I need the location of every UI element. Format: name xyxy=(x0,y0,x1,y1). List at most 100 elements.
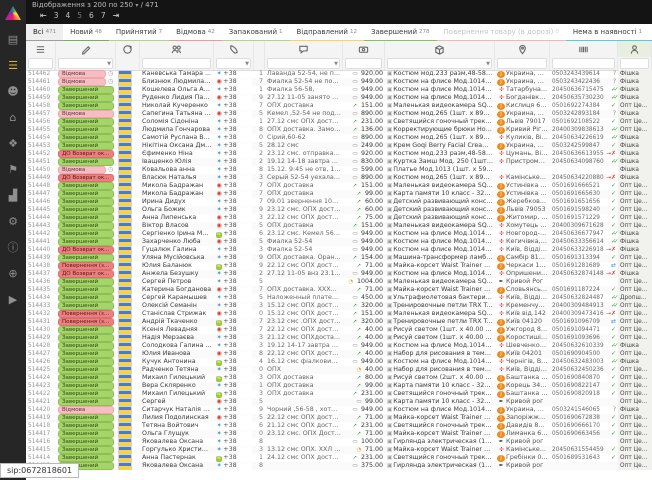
status-cell[interactable]: Завершений xyxy=(56,342,116,350)
phone-cell[interactable]: ✶+38 xyxy=(214,446,254,454)
delivery-cell[interactable]: JБаштанка 56101 xyxy=(495,390,550,398)
tracking-cell[interactable]: 0503241546065? xyxy=(550,406,618,414)
orders-list-icon[interactable]: ☰ xyxy=(0,52,26,78)
phone-cell[interactable]: ✶+38 xyxy=(214,158,254,166)
status-cell[interactable]: Завершений xyxy=(56,214,116,222)
product-column-header[interactable] xyxy=(385,41,495,57)
status-cell[interactable]: Завершений xyxy=(56,326,116,334)
delivery-cell[interactable]: JКиїв 04120 xyxy=(495,318,550,326)
status-cell[interactable]: Завершений xyxy=(56,302,116,310)
phone-cell[interactable]: lc+38 xyxy=(214,454,254,462)
manager-comment[interactable]: 19.12 14-17 завтра фі... xyxy=(265,342,343,350)
delivery-cell[interactable]: JУкраина, м. Тро... xyxy=(495,110,550,118)
delivery-cell[interactable]: JУстинівка 28600 xyxy=(495,182,550,190)
status-cell[interactable]: Завершений xyxy=(56,158,116,166)
client-name[interactable]: Власюк Наталья xyxy=(140,174,214,182)
delivery-cell[interactable]: ✣Опришени, Пун... xyxy=(495,270,550,278)
product-cell[interactable]: ▣Детский развивающий констру... xyxy=(385,198,495,206)
delivery-cell[interactable]: JЖеребкове 664... xyxy=(495,198,550,206)
tracking-cell[interactable]: 20450632483003✓✓ xyxy=(550,358,618,366)
phone-cell[interactable]: ◉+38 xyxy=(214,286,254,294)
tracking-cell[interactable]: 0501690840870✓ xyxy=(550,374,618,382)
client-name[interactable]: Тетяна Войтович xyxy=(140,422,214,430)
tracking-cell[interactable]: 0503243439614? xyxy=(550,70,618,78)
product-cell[interactable]: ▣Детский развивающий констру... xyxy=(385,214,495,222)
status-cell[interactable]: Завершений xyxy=(56,254,116,262)
tracking-cell[interactable]: 0501690663456✓ xyxy=(550,430,618,438)
manager-comment[interactable]: 28.12 смс xyxy=(265,142,343,150)
client-name[interactable]: Віктор Власов xyxy=(140,222,214,230)
last-page-button[interactable]: ⇥ xyxy=(113,11,120,20)
delivery-cell[interactable]: JЗапоріжжя 690... xyxy=(495,414,550,422)
delivery-cell[interactable]: JБаштанка 56101 xyxy=(495,374,550,382)
delivery-cell[interactable]: ✣Київ, Відділенн... xyxy=(495,246,550,254)
status-cell[interactable]: Завершений xyxy=(56,222,116,230)
delivery-cell[interactable]: JУкраина, м. Но... xyxy=(495,406,550,414)
product-cell[interactable]: ▣Светящийся гоночный трек Ма... xyxy=(385,390,495,398)
tracking-cell[interactable]: 20450632824487✓✓ xyxy=(550,294,618,302)
source-column-header[interactable] xyxy=(116,41,140,57)
product-cell[interactable]: ▣Маленькая видеокамера SQ8 *... xyxy=(385,182,495,190)
client-name[interactable]: Нікітіна Оксана Дми... xyxy=(140,142,214,150)
product-cell[interactable]: ▣Детский развивающий констру... xyxy=(385,206,495,214)
manager-comment[interactable]: 09.01 звернення 1047... xyxy=(265,198,343,206)
status-cell[interactable]: Завершений xyxy=(56,86,116,94)
tracking-cell[interactable]: 20450636677947✓✓ xyxy=(550,230,618,238)
manager-comment[interactable]: 22.12 смс ОПХ достав... xyxy=(265,214,343,222)
manager-comment[interactable]: ОПХ доставка xyxy=(265,182,343,190)
filter-input-gd[interactable]: ▼ xyxy=(387,58,492,69)
manager-comment[interactable]: 22.12 смс ОПХ достав... xyxy=(265,326,343,334)
tracking-cell[interactable]: 20450634098760✓✓ xyxy=(550,158,618,166)
status-cell[interactable]: Завершений xyxy=(56,142,116,150)
tab-7[interactable]: Завершений278 xyxy=(364,24,437,42)
order-row-514451[interactable]: 514451ЗавершенийІващенко Юлія✶+38219.12 … xyxy=(26,158,652,166)
status-cell[interactable]: Повернення (з... xyxy=(56,318,116,326)
product-cell[interactable]: ▣Светящийся гоночный трек Ма... xyxy=(385,422,495,430)
reports-chart-icon[interactable]: ▟ xyxy=(0,182,26,208)
phone-cell[interactable]: ✶+38 xyxy=(214,302,254,310)
status-cell[interactable]: Відмова◷ xyxy=(56,70,116,78)
product-cell[interactable]: ▣Костюм мод.265 (1шт. x 890.00... xyxy=(385,134,495,142)
tracking-cell[interactable]: 20400309671628✓ xyxy=(550,222,618,230)
order-row-514427[interactable]: 514427ЗавершенийЮлия Иванова◉+38822.12 с… xyxy=(26,350,652,358)
delivery-cell[interactable]: ✣Хомутець від.1 xyxy=(495,222,550,230)
product-cell[interactable]: ▣Светящийся гоночный трек Ма... xyxy=(385,118,495,126)
status-cell[interactable]: Завершений xyxy=(56,94,116,102)
phone-cell[interactable]: ◉+38 xyxy=(214,326,254,334)
manager-comment[interactable]: 19.12 14-18 завтра Бо... xyxy=(265,158,343,166)
clients-icon[interactable]: ☻ xyxy=(0,78,26,104)
manager-comment[interactable]: ОПХ xyxy=(265,366,343,374)
order-row-514448[interactable]: 514448ЗавершенийМикола Бадражан◉+387ОПХ … xyxy=(26,182,652,190)
delivery-cell[interactable]: JЛьвів 79017 xyxy=(495,118,550,126)
phone-cell[interactable]: ◉+38 xyxy=(214,238,254,246)
delivery-cell[interactable]: JУстинівка 28600 xyxy=(495,190,550,198)
phone-cell[interactable]: ✶+38 xyxy=(214,366,254,374)
delivery-cell[interactable]: ✣Київ від.142 xyxy=(495,310,550,318)
phone-cell[interactable]: ◉+38 xyxy=(214,398,254,406)
manager-comment[interactable]: Сірий,60-62 xyxy=(265,134,343,142)
client-name[interactable]: Руденко Лидия Пав... xyxy=(140,94,214,102)
manager-comment[interactable] xyxy=(265,398,343,406)
manager-comment[interactable]: 23.12 смс. Кемел 56-5... xyxy=(265,230,343,238)
delivery-cell[interactable]: JГребінки 08662 xyxy=(495,454,550,462)
phone-cell[interactable]: ◉+38 xyxy=(214,94,254,102)
client-name[interactable]: Надія Мерзаєва xyxy=(140,334,214,342)
order-row-514425[interactable]: 514425ЗавершенийРадченко Тетяна✶+380ОПХ◔… xyxy=(26,366,652,374)
delivery-cell[interactable] xyxy=(495,166,550,174)
tracking-cell[interactable]: 0501691666521✓ xyxy=(550,182,618,190)
delivery-cell[interactable]: ✣Чернігів, Відділ... xyxy=(495,358,550,366)
order-row-514455[interactable]: 514455ЗавершенийЛюдмила Гончарова✶+388ОП… xyxy=(26,126,652,134)
client-name[interactable]: Горгулько Христина... xyxy=(140,446,214,454)
filter-input-id[interactable] xyxy=(28,58,53,69)
status-cell[interactable]: Завершений xyxy=(56,206,116,214)
status-cell[interactable]: Завершений xyxy=(56,294,116,302)
manager-comment[interactable]: Фиалка 52-54 не подошел xyxy=(265,78,343,86)
client-name[interactable]: Юлия Баланюк xyxy=(140,262,214,270)
tracking-cell[interactable]: 0501690666170✓ xyxy=(550,422,618,430)
status-column-header[interactable] xyxy=(56,41,116,57)
delivery-cell[interactable]: ✣Богданівка (Дні... xyxy=(495,94,550,102)
product-cell[interactable]: ▣Майка-корсет Waist Trainer *142... xyxy=(385,414,495,422)
client-name[interactable]: Радченко Тетяна xyxy=(140,366,214,374)
order-row-514447[interactable]: 514447ЗавершенийМикола Бадражан◉+387ОПХ … xyxy=(26,190,652,198)
delivery-cell[interactable]: ✣Київ, Відділенн... xyxy=(495,366,550,374)
